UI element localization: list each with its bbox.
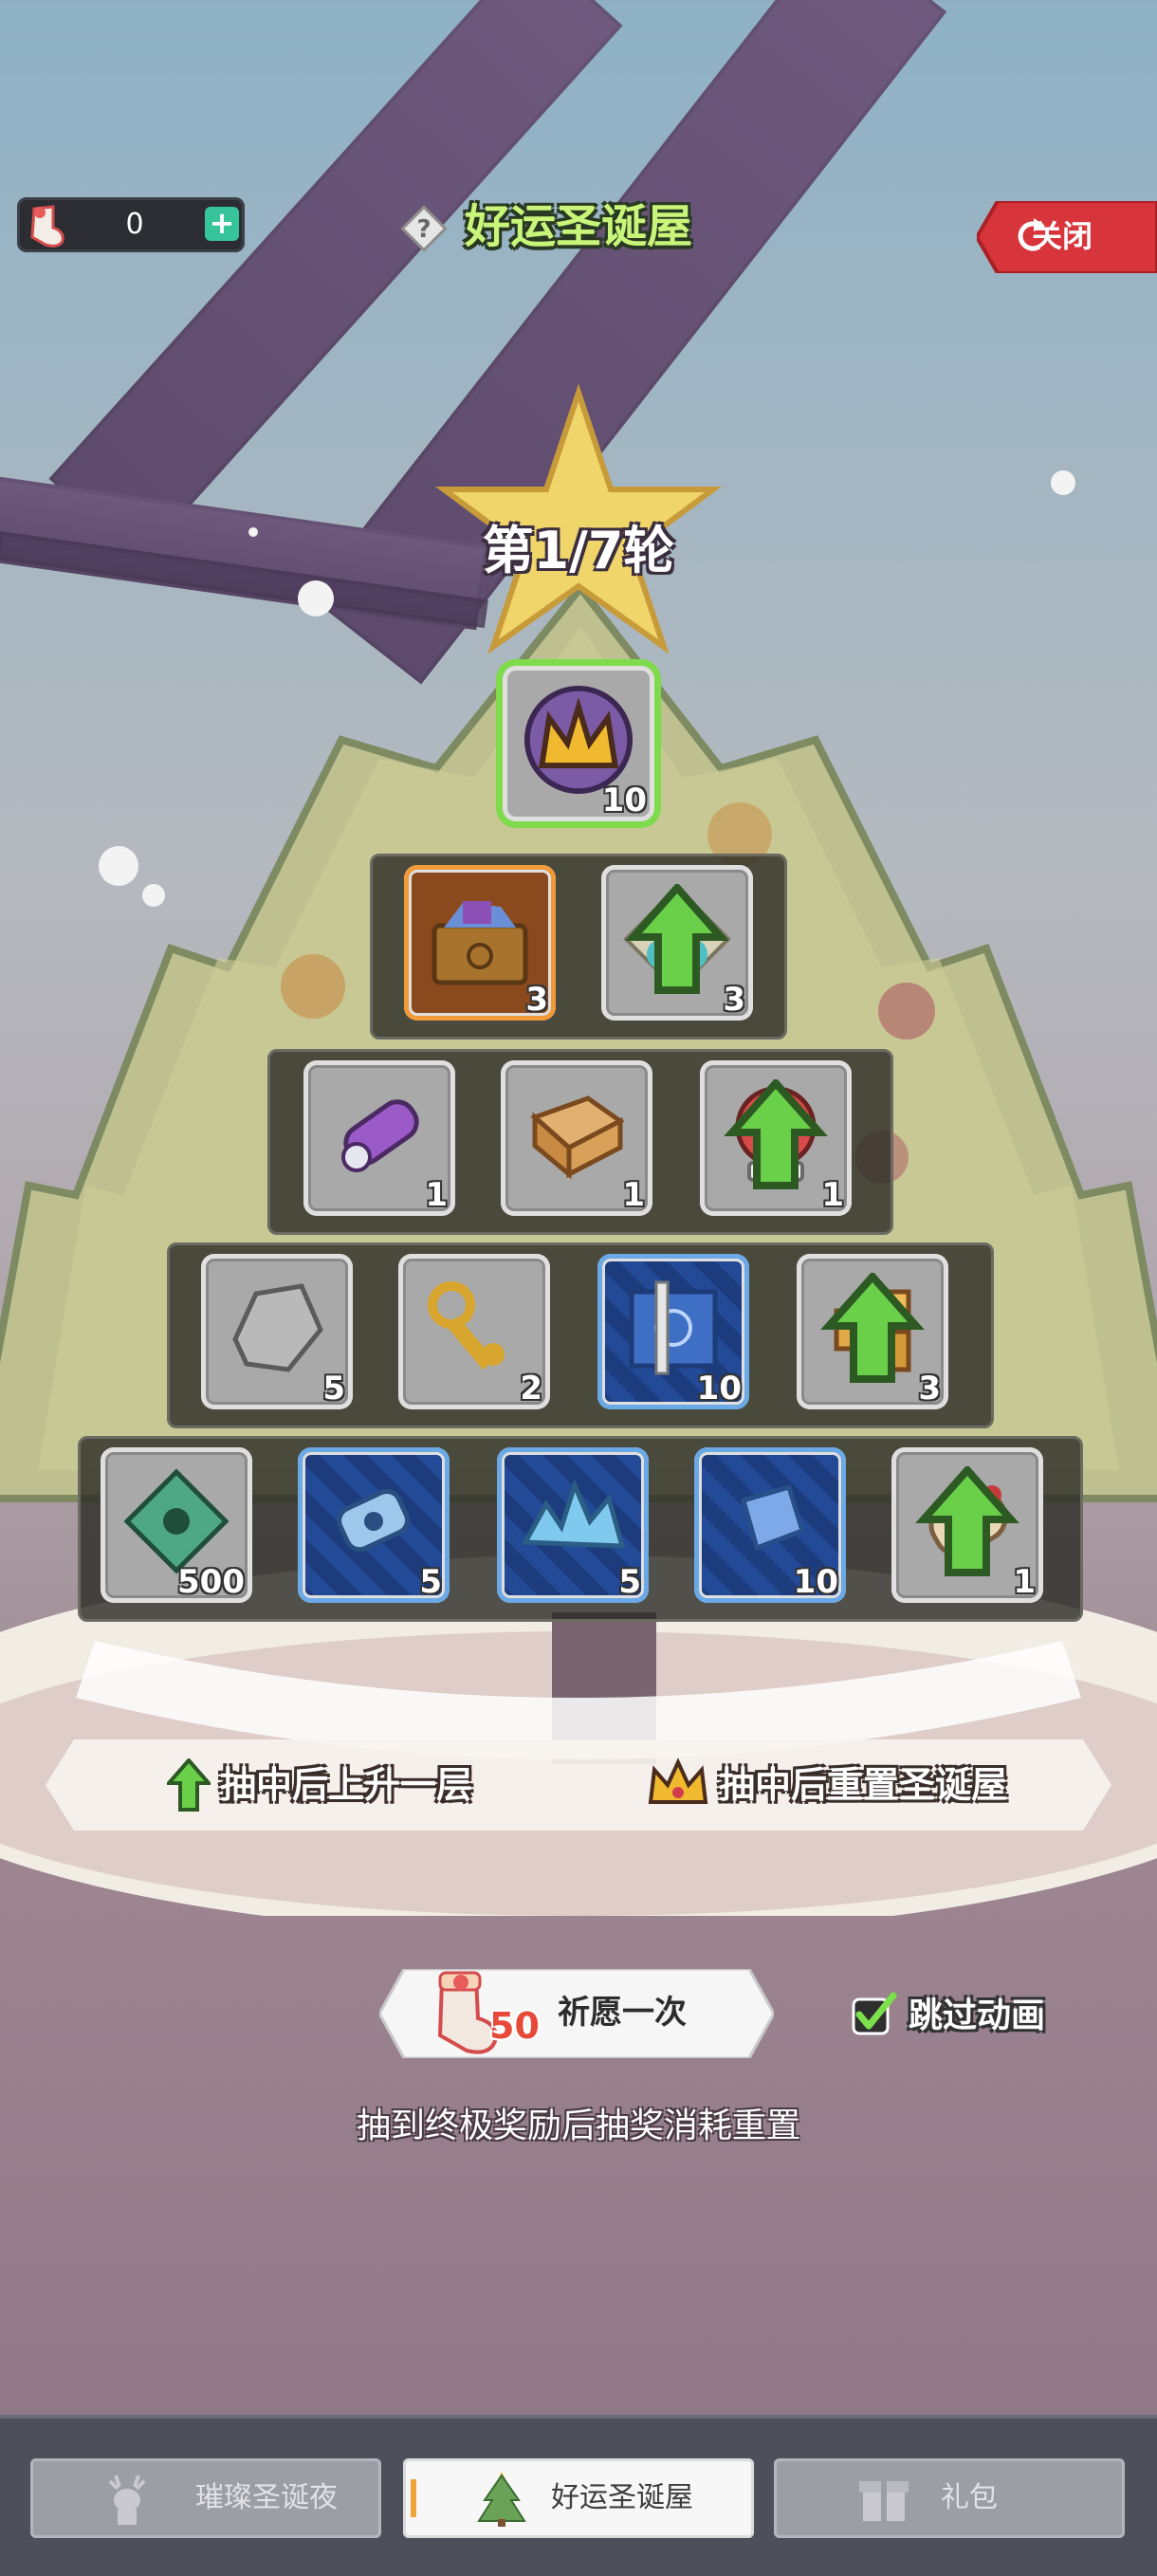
- treasure-chest-icon: [432, 901, 528, 985]
- skip-animation-checkbox[interactable]: [850, 1990, 899, 2039]
- help-icon[interactable]: ?: [398, 203, 450, 254]
- tab-gift-pack[interactable]: 礼包: [774, 2458, 1125, 2538]
- reset-note: 抽到终极奖励后抽奖消耗重置: [356, 2107, 800, 2145]
- currency-value: 0: [125, 208, 144, 241]
- close-label: 关闭: [1032, 218, 1093, 254]
- prize-card[interactable]: 10: [503, 666, 654, 821]
- stone-icon: [232, 1283, 323, 1372]
- golden-key-icon: [428, 1281, 505, 1371]
- reindeer-icon: [108, 2475, 146, 2525]
- prize-card[interactable]: 500: [101, 1447, 252, 1603]
- up-arrow-icon: [167, 1758, 211, 1812]
- prize-card[interactable]: 5: [298, 1447, 450, 1603]
- add-currency-button[interactable]: +: [205, 207, 239, 241]
- prize-quantity: 1: [622, 1176, 645, 1214]
- wish-label: 祈愿一次: [558, 1994, 687, 2032]
- round-indicator: 第1/7轮: [482, 521, 675, 580]
- tab-sparkling-night[interactable]: 璀璨圣诞夜: [30, 2458, 381, 2538]
- up-arrow-icon: [724, 1079, 828, 1189]
- blueprint-icon: [629, 1280, 718, 1375]
- prize-card[interactable]: 1: [501, 1060, 652, 1216]
- old-book-icon: [530, 1095, 625, 1180]
- ice-shard-icon: [521, 1478, 626, 1549]
- prize-card[interactable]: 1: [700, 1060, 852, 1216]
- crown-icon: [648, 1757, 708, 1804]
- prize-quantity: 2: [520, 1370, 542, 1408]
- tab-label: 好运圣诞屋: [551, 2481, 693, 2514]
- crown-icon: [523, 685, 634, 795]
- christmas-tree-icon: [477, 2472, 526, 2527]
- prize-quantity: 500: [177, 1563, 245, 1601]
- prize-card[interactable]: 3: [404, 865, 556, 1021]
- prize-quantity: 3: [525, 981, 548, 1019]
- legend-up-text: 抽中后上升一层: [220, 1764, 473, 1806]
- prize-card[interactable]: 1: [891, 1447, 1043, 1603]
- stocking-currency-icon: [30, 205, 64, 248]
- page-title: 好运圣诞屋: [465, 200, 693, 253]
- up-arrow-icon: [625, 884, 729, 994]
- purple-scroll-icon: [341, 1099, 419, 1172]
- tab-label: 礼包: [941, 2481, 998, 2514]
- active-tab-marker: [411, 2479, 416, 2517]
- blue-gear-icon: [337, 1488, 411, 1553]
- gift-icon: [859, 2481, 909, 2521]
- blue-cube-icon: [740, 1483, 806, 1552]
- prize-card[interactable]: 10: [694, 1447, 846, 1603]
- prize-quantity: 1: [425, 1176, 448, 1214]
- prize-card[interactable]: 10: [597, 1254, 749, 1409]
- up-arrow-icon: [820, 1273, 925, 1383]
- prize-quantity: 5: [419, 1563, 442, 1601]
- currency-bar: 0 +: [17, 197, 245, 252]
- prize-card[interactable]: 2: [398, 1254, 550, 1409]
- prize-card[interactable]: 3: [601, 865, 753, 1021]
- legend-reset-text: 抽中后重置圣诞屋: [719, 1764, 1008, 1806]
- tab-lucky-house[interactable]: 好运圣诞屋: [403, 2458, 754, 2538]
- green-gem-icon: [123, 1468, 230, 1574]
- prize-card[interactable]: 5: [497, 1447, 649, 1603]
- prize-card[interactable]: 3: [797, 1254, 948, 1409]
- wish-cost: 50: [489, 2005, 540, 2047]
- prize-quantity: 5: [322, 1370, 345, 1408]
- up-arrow-icon: [915, 1466, 1019, 1576]
- prize-card[interactable]: 5: [201, 1254, 353, 1409]
- prize-card[interactable]: 1: [303, 1060, 455, 1216]
- tab-label: 璀璨圣诞夜: [195, 2481, 338, 2514]
- prize-quantity: 5: [618, 1563, 641, 1601]
- prize-quantity: 10: [793, 1563, 838, 1601]
- svg-text:?: ?: [416, 215, 431, 244]
- skip-animation-label: 跳过动画: [909, 1996, 1046, 2035]
- prize-quantity: 10: [696, 1370, 742, 1408]
